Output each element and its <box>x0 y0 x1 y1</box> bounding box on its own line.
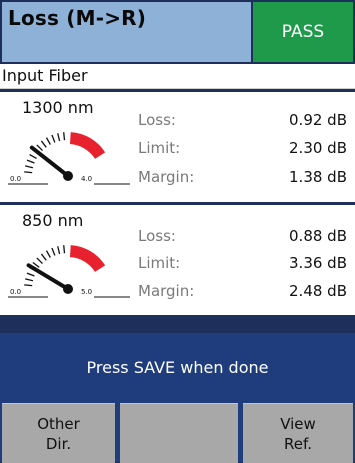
wavelength-label: 1300 nm <box>22 98 94 117</box>
gauge-tick <box>40 140 47 148</box>
view-ref-button[interactable]: View Ref. <box>243 403 353 463</box>
loss-label: Loss: <box>138 227 176 245</box>
gauge-min-label: 0.0 <box>10 288 21 296</box>
gauge-tick <box>26 272 35 277</box>
pass-status-badge: PASS <box>253 2 353 62</box>
gauge-tick <box>40 253 47 261</box>
divider <box>0 315 355 333</box>
gauge-tick <box>25 278 34 282</box>
gauge-max-label: 5.0 <box>81 288 92 296</box>
gauge-min-label: 0.0 <box>10 175 21 183</box>
save-prompt-text: Press SAVE when done <box>86 358 269 377</box>
gauge-tick <box>51 134 56 143</box>
gauge-hub <box>63 171 73 181</box>
gauge-needle <box>29 145 70 178</box>
gauge-tick <box>25 165 34 169</box>
loss-value: 0.92 dB <box>289 111 347 129</box>
loss-label: Loss: <box>138 111 176 129</box>
gauge-needle <box>26 263 70 291</box>
wavelength-label: 850 nm <box>22 211 84 230</box>
softkey-bar: Other Dir. View Ref. <box>0 403 355 463</box>
measurement-panel-1300: 1300 nm 0.0 4.0 Loss: 0.92 dB Limit: 2.3… <box>0 92 355 202</box>
gauge-tick <box>63 245 66 254</box>
subheader: Input Fiber <box>0 64 355 89</box>
gauge-tick <box>51 247 56 256</box>
softkey-label-line1: View <box>280 414 316 433</box>
fiber-label: Input Fiber <box>2 66 88 85</box>
limit-value: 3.36 dB <box>289 254 347 272</box>
loss-value: 0.88 dB <box>289 227 347 245</box>
blank-softkey[interactable] <box>120 403 238 463</box>
gauge-tick <box>57 246 61 255</box>
save-prompt-bar: Press SAVE when done <box>0 333 355 403</box>
margin-value: 2.48 dB <box>289 282 347 300</box>
gauge-red-zone <box>69 245 106 273</box>
dial-gauge-icon: 0.0 4.0 <box>8 132 130 185</box>
gauge-hub <box>63 284 73 294</box>
gauge-tick <box>57 133 61 142</box>
gauge-tick <box>29 154 37 160</box>
gauge-tick <box>24 171 33 174</box>
softkey-label-line1: Other <box>37 414 80 433</box>
margin-label: Margin: <box>138 282 195 300</box>
gauge-tick <box>24 284 33 287</box>
gauge-tick <box>45 250 51 258</box>
dial-gauge-icon: 0.0 5.0 <box>8 245 130 298</box>
other-dir-button[interactable]: Other Dir. <box>2 403 115 463</box>
limit-value: 2.30 dB <box>289 139 347 157</box>
limit-label: Limit: <box>138 254 181 272</box>
softkey-label-line2: Dir. <box>45 434 72 453</box>
measurement-panel-850: 850 nm 0.0 5.0 Loss: 0.88 dB Limit: 3.36… <box>0 205 355 315</box>
gauge-max-label: 4.0 <box>81 175 92 183</box>
gauge-tick <box>26 159 35 164</box>
limit-label: Limit: <box>138 139 181 157</box>
gauge-red-zone <box>69 132 106 160</box>
header-bar: Loss (M->R) PASS <box>0 0 355 64</box>
page-title: Loss (M->R) <box>8 6 147 30</box>
gauge-tick <box>63 132 66 141</box>
softkey-label-line2: Ref. <box>284 434 312 453</box>
gauge-tick <box>36 257 43 265</box>
loss-results-screen: Loss (M->R) PASS Input Fiber 1300 nm 0.0… <box>0 0 355 463</box>
gauge-tick <box>45 137 51 145</box>
title-box: Loss (M->R) <box>2 2 251 62</box>
margin-label: Margin: <box>138 168 195 186</box>
margin-value: 1.38 dB <box>289 168 347 186</box>
